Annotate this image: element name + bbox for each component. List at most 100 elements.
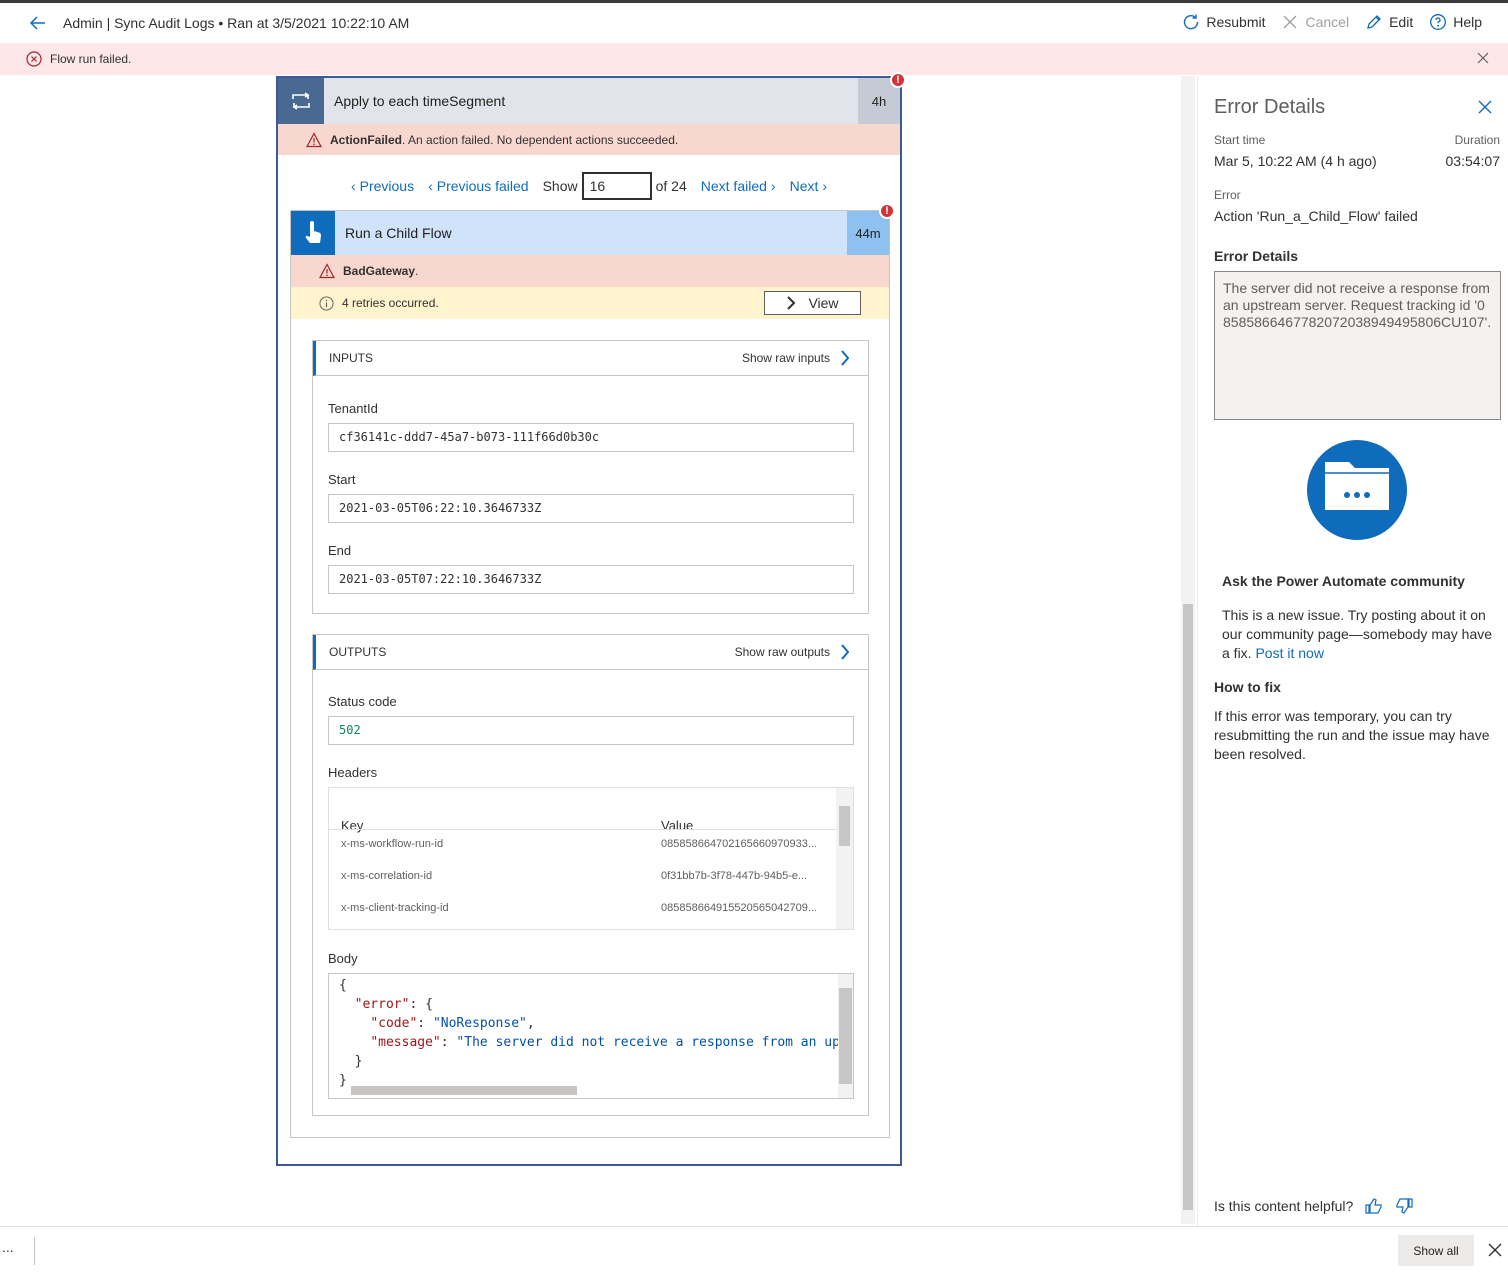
help-label: Help (1453, 14, 1482, 30)
fix-title: How to fix (1214, 679, 1281, 695)
loop-error-code: ActionFailed (330, 132, 403, 147)
previous-button[interactable]: ‹ Previous (351, 178, 414, 194)
previous-failed-button[interactable]: ‹ Previous failed (428, 178, 529, 194)
error-label: Error (1214, 188, 1241, 202)
show-label: Show (542, 178, 578, 194)
body-code-view[interactable]: { "error": { "code": "NoResponse", "mess… (328, 973, 854, 1099)
error-badge-icon: ! (890, 72, 906, 88)
close-icon[interactable] (1478, 100, 1492, 114)
info-icon (319, 295, 334, 311)
command-group: Resubmit Cancel Edit Help (1182, 13, 1482, 31)
field-label: End (328, 543, 352, 558)
banner-message: Flow run failed. (50, 52, 132, 66)
headers-scrollbar[interactable] (836, 788, 853, 929)
edit-label: Edit (1389, 14, 1414, 30)
chevron-right-icon (787, 296, 796, 310)
headers-table[interactable]: Key Value x-ms-workflow-run-id 085858664… (328, 787, 854, 930)
json-line: { (339, 978, 347, 993)
scroll-thumb[interactable] (1183, 604, 1193, 1210)
column-header-value: Value (661, 818, 694, 833)
body-vertical-scrollbar[interactable] (838, 974, 853, 1098)
iteration-pager: ‹ Previous ‹ Previous failed Show 16 of 24… (278, 170, 900, 202)
field-label: Start (328, 472, 356, 487)
view-label: View (808, 295, 839, 311)
cancel-button[interactable]: Cancel (1281, 13, 1349, 31)
view-retries-button[interactable]: View (764, 291, 861, 315)
json-punct: , (526, 1016, 535, 1031)
details-label: Error Details (1214, 248, 1299, 264)
next-button[interactable]: Next › (790, 178, 827, 194)
input-field-start: Start 2021-03-05T06:22:10.3646733Z (328, 472, 854, 523)
show-raw-outputs-label: Show raw outputs (734, 645, 830, 659)
json-key: "error" (354, 997, 410, 1012)
inputs-header: INPUTS Show raw inputs (313, 341, 868, 376)
close-icon[interactable] (1488, 1243, 1502, 1257)
more-options-button[interactable]: ... (2, 1239, 14, 1255)
show-raw-inputs-label: Show raw inputs (741, 351, 830, 365)
show-raw-outputs-button[interactable]: Show raw outputs (735, 644, 850, 660)
previous-label: Previous (359, 178, 415, 194)
child-error-code: BadGateway (343, 264, 416, 278)
show-all-button[interactable]: Show all (1398, 1235, 1474, 1266)
child-error-strip: BadGateway. (291, 255, 889, 287)
inputs-title: INPUTS (329, 351, 374, 365)
iteration-input[interactable]: 16 (581, 172, 652, 200)
close-icon[interactable] (1476, 51, 1490, 65)
scroll-thumb[interactable] (839, 806, 850, 846)
child-header[interactable]: Run a Child Flow 44m (291, 211, 889, 255)
row-key: x-ms-correlation-id (341, 870, 433, 882)
error-value: Action 'Run_a_Child_Flow' failed (1214, 208, 1418, 224)
retry-strip: 4 retries occurred. View (291, 287, 889, 319)
error-details-textarea[interactable]: The server did not receive a response fr… (1214, 271, 1501, 420)
thumbs-down-icon[interactable] (1395, 1198, 1413, 1214)
canvas-scrollbar[interactable] (1181, 76, 1195, 1224)
field-value: 2021-03-05T06:22:10.3646733Z (328, 494, 854, 523)
scroll-thumb[interactable] (839, 988, 852, 1084)
next-failed-button[interactable]: Next failed › (701, 178, 776, 194)
command-bar: Admin | Sync Audit Logs • Ran at 3/5/202… (0, 3, 1508, 43)
duration-label: Duration (1454, 133, 1500, 147)
chevron-left-icon: ‹ (350, 178, 356, 194)
field-value: cf36141c-ddd7-45a7-b073-111f66d0b30c (328, 423, 854, 452)
retry-text: 4 retries occurred. (342, 296, 439, 310)
post-it-now-link[interactable]: Post it now (1255, 645, 1323, 661)
json-punct: : (417, 1016, 433, 1031)
thumbs-up-icon[interactable] (1365, 1198, 1383, 1214)
error-circle-icon (26, 51, 42, 67)
field-label: Status code (328, 694, 397, 709)
divider (34, 1237, 35, 1265)
community-folder-icon (1307, 440, 1407, 540)
back-arrow-icon[interactable] (28, 13, 48, 33)
scroll-thumb[interactable] (351, 1086, 577, 1095)
loop-title: Apply to each timeSegment (334, 93, 506, 109)
duration-value: 03:54:07 (1445, 153, 1501, 169)
json-line: } (354, 1054, 363, 1069)
row-key: x-ms-client-tracking-id (341, 902, 449, 914)
chevron-right-icon: › (822, 178, 828, 194)
output-field-headers: Headers Key Value x-ms-workflow-run-id 0… (328, 765, 854, 930)
child-title: Run a Child Flow (345, 225, 452, 241)
edit-button[interactable]: Edit (1365, 13, 1413, 31)
help-button[interactable]: Help (1429, 13, 1482, 31)
cancel-icon (1284, 15, 1297, 29)
loop-header[interactable]: Apply to each timeSegment 4h (278, 78, 900, 124)
show-raw-inputs-button[interactable]: Show raw inputs (742, 350, 850, 366)
status-code-value: 502 (328, 716, 854, 745)
resubmit-button[interactable]: Resubmit (1182, 13, 1265, 31)
row-key: x-ms-workflow-run-id (341, 838, 444, 850)
edit-icon (1367, 15, 1381, 29)
outputs-title: OUTPUTS (329, 645, 387, 659)
json-key: "message" (370, 1035, 441, 1050)
json-value: "The server did not receive a response f… (456, 1035, 854, 1050)
outputs-section: OUTPUTS Show raw outputs Status code 502… (312, 634, 869, 1116)
loop-error-message: . An action failed. No dependent actions… (402, 132, 679, 147)
child-error-suffix: . (415, 264, 419, 278)
warning-icon (319, 263, 335, 279)
json-key: "code" (370, 1016, 418, 1031)
output-field-body: Body { "error": { "code": "NoResponse", … (328, 951, 854, 1099)
feedback-row: Is this content helpful? (1214, 1198, 1413, 1214)
row-value: 085858664915520565042709... (661, 902, 817, 914)
previous-failed-label: Previous failed (436, 178, 529, 194)
column-header-key: Key (341, 818, 364, 833)
body-horizontal-scrollbar[interactable] (339, 1086, 829, 1096)
